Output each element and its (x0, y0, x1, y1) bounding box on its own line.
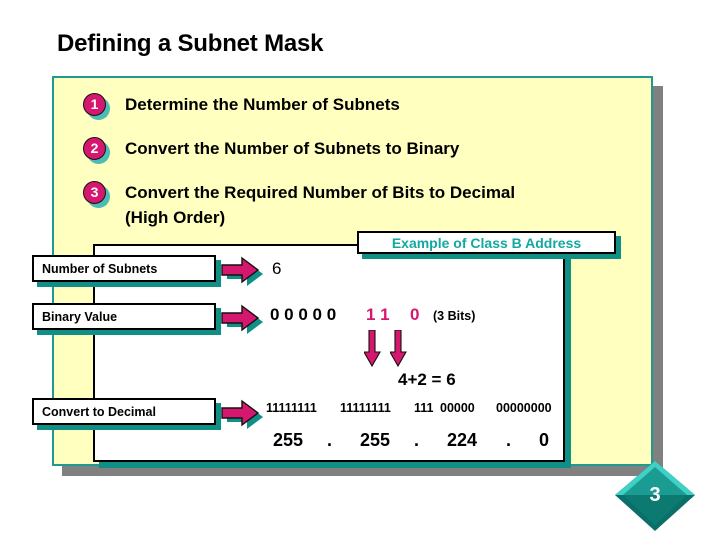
step-label-3: Convert the Required Number of Bits to D… (125, 183, 516, 202)
example-callout: Example of Class B Address (357, 231, 616, 254)
right-arrow-icon-2 (214, 301, 274, 335)
mask-binary-octet-1: 11111111 (266, 401, 317, 415)
mask-decimal-octet-2: 255 (360, 430, 391, 450)
value-number-of-subnets: 6 (272, 259, 282, 278)
mask-binary-octet-3-host: 00000 (440, 401, 475, 415)
step-label-2: Convert the Number of Subnets to Binary (125, 139, 460, 158)
page-number-badge: 3 (613, 459, 697, 535)
step-item-3: 3 Convert the Required Number of Bits to… (83, 181, 515, 229)
example-callout-label: Example of Class B Address (391, 234, 582, 251)
mask-binary-octet-3-network: 111 (414, 401, 434, 415)
mask-decimal-octet-3: 224 (447, 430, 478, 450)
bullet-number-3: 3 (83, 181, 106, 204)
bits-count-note: (3 Bits) (433, 309, 476, 323)
mask-decimal-separator-2: . (414, 430, 420, 450)
right-arrow-icon-3 (214, 396, 274, 430)
binary-value-last-zero: 0 (410, 305, 420, 324)
down-arrow-icon-2 (389, 329, 408, 370)
step-bullet-1: 1 (83, 93, 113, 120)
row-label-number-of-subnets: Number of Subnets (32, 255, 216, 282)
step-bullet-3: 3 (83, 181, 113, 208)
mask-decimal-separator-3: . (506, 430, 512, 450)
step-item-1: 1 Determine the Number of Subnets (83, 93, 400, 120)
page-number-label: 3 (649, 483, 661, 506)
row-label-binary-value: Binary Value (32, 303, 216, 330)
down-arrow-icon-1 (363, 329, 382, 370)
bullet-number-2: 2 (83, 137, 106, 160)
step-bullet-2: 2 (83, 137, 113, 164)
bullet-number-1: 1 (83, 93, 106, 116)
mask-decimal-octet-1: 255 (273, 430, 304, 450)
mask-decimal-separator-1: . (327, 430, 333, 450)
binary-value-ones: 1 1 (366, 305, 390, 324)
row-label-convert-to-decimal: Convert to Decimal (32, 398, 216, 425)
mask-decimal-octet-4: 0 (539, 430, 550, 450)
sum-expression: 4+2 = 6 (398, 370, 456, 389)
page-title: Defining a Subnet Mask (57, 30, 324, 57)
binary-value-zeros: 0 0 0 0 0 (270, 305, 337, 324)
mask-binary-octet-4: 00000000 (496, 401, 552, 415)
mask-binary-octet-2: 11111111 (340, 401, 391, 415)
step-label-1: Determine the Number of Subnets (125, 95, 400, 114)
step-item-2: 2 Convert the Number of Subnets to Binar… (83, 137, 460, 164)
step-label-3-line2: (High Order) (125, 208, 226, 227)
right-arrow-icon-1 (214, 253, 274, 287)
